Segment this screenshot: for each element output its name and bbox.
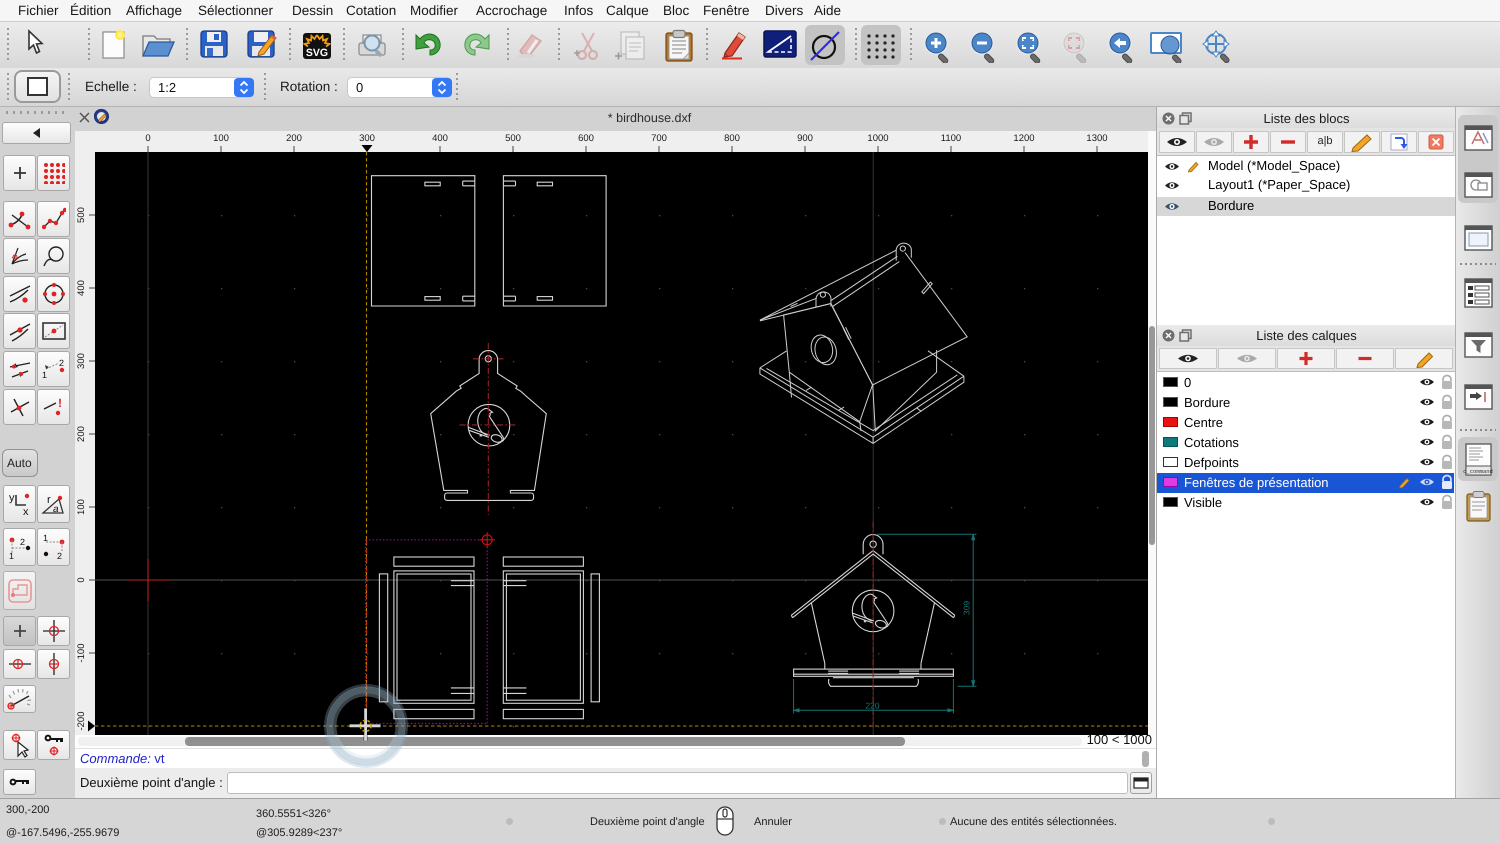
svg-text:y: y <box>9 492 15 504</box>
svg-text:2: 2 <box>20 537 25 547</box>
svg-text:100: 100 <box>213 133 229 144</box>
svg-text:a: a <box>53 504 59 515</box>
svg-text:0: 0 <box>145 133 150 144</box>
svg-text:1: 1 <box>9 551 14 560</box>
svg-text:1: 1 <box>43 534 48 543</box>
svg-text:1000: 1000 <box>867 133 888 144</box>
svg-text:400: 400 <box>432 133 448 144</box>
svg-text:100: 100 <box>76 499 87 515</box>
svg-text:!: ! <box>58 396 62 410</box>
svg-text:220: 220 <box>865 700 879 710</box>
svg-text:600: 600 <box>578 133 594 144</box>
svg-text:800: 800 <box>724 133 740 144</box>
svg-text:c_command: c_command <box>1463 468 1493 475</box>
svg-text:500: 500 <box>505 133 521 144</box>
svg-text:1: 1 <box>42 370 47 380</box>
svg-text:1100: 1100 <box>941 133 961 144</box>
svg-text:900: 900 <box>797 133 813 144</box>
svg-text:0: 0 <box>76 577 87 582</box>
svg-text:-200: -200 <box>76 711 87 730</box>
svg-text:200: 200 <box>76 426 87 442</box>
svg-text:300: 300 <box>76 353 87 369</box>
svg-text:2: 2 <box>57 551 62 560</box>
svg-text:400: 400 <box>76 280 87 296</box>
svg-text:500: 500 <box>76 207 87 223</box>
svg-text:2: 2 <box>59 358 64 368</box>
svg-text:700: 700 <box>651 133 667 144</box>
svg-text:309: 309 <box>962 601 972 615</box>
svg-text:x: x <box>23 506 29 517</box>
svg-text:r: r <box>47 494 51 506</box>
svg-text:300: 300 <box>359 133 375 144</box>
svg-text:SVG: SVG <box>306 47 328 59</box>
svg-text:200: 200 <box>286 133 302 144</box>
svg-text:-100: -100 <box>76 643 87 662</box>
svg-text:1300: 1300 <box>1086 133 1107 144</box>
svg-text:1200: 1200 <box>1013 133 1034 144</box>
